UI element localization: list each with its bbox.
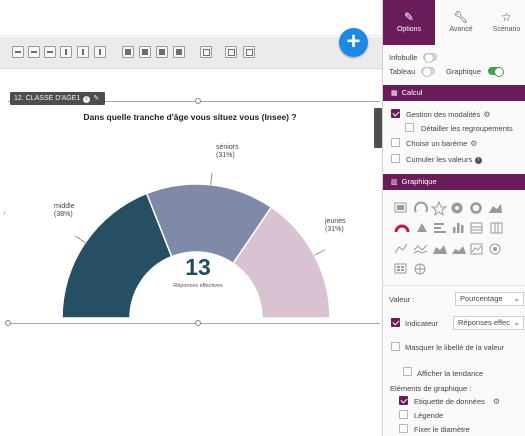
calculator-icon: ▦ xyxy=(391,90,398,97)
section-title: Calcul xyxy=(401,88,423,97)
chart-type-stacked-area-icon[interactable] xyxy=(452,246,466,254)
valeur-select[interactable]: Pourcentage ⌄ xyxy=(455,292,524,306)
tendance-checkbox[interactable] xyxy=(403,367,412,376)
data-label-leader xyxy=(210,172,213,185)
masquer-checkbox[interactable] xyxy=(391,342,400,351)
center-value: 13 xyxy=(185,254,211,280)
chart-type-ring-icon[interactable] xyxy=(470,202,482,214)
valeur-select-value: Pourcentage xyxy=(460,294,503,303)
chart-type-donut-icon[interactable] xyxy=(451,202,463,214)
tab-options[interactable]: ✎ Options xyxy=(383,0,435,45)
data-label-name: jeunes xyxy=(325,218,346,225)
data-label-leader xyxy=(314,249,326,256)
graphique-toggle[interactable] xyxy=(488,67,504,77)
center-label: Réponses effectives xyxy=(173,283,223,289)
chevron-down-icon: ⌄ xyxy=(513,294,520,303)
gestion-label: Gestion des modalités ⚙ xyxy=(406,110,490,119)
cumuler-text: Cumuler les valeurs xyxy=(406,155,473,164)
chart-type-grid xyxy=(394,200,503,275)
data-label-pct: (38%) xyxy=(54,211,73,218)
chart-type-heatmap-icon[interactable] xyxy=(394,263,407,274)
indicateur-label: Indicateur xyxy=(405,319,438,328)
indicateur-select[interactable]: Réponses effec ⌄ xyxy=(453,316,524,330)
gestion-checkbox[interactable] xyxy=(391,109,400,118)
star-icon: ☆ xyxy=(501,10,512,24)
legende-label: Légende xyxy=(414,411,444,420)
data-label-name: séniors xyxy=(216,144,239,151)
panel-tabs: ✎ Options 🔧︎ Avancé ☆ Scénario xyxy=(383,0,525,45)
graphique-section-header[interactable]: ▥ Graphique xyxy=(383,174,525,190)
gear-icon[interactable]: ⚙ xyxy=(493,397,500,406)
indicateur-select-value: Réponses effec xyxy=(458,318,510,327)
chart-type-vbar-icon[interactable] xyxy=(453,223,464,233)
options-panel: ✎ Options 🔧︎ Avancé ☆ Scénario Infobulle… xyxy=(382,0,525,436)
tableau-label: Tableau xyxy=(389,67,416,76)
infobulle-toggle[interactable] xyxy=(423,53,437,63)
chart-type-gauge-icon[interactable] xyxy=(414,201,428,213)
cumuler-label: Cumuler les valeurs i xyxy=(406,155,483,164)
tendance-label: Afficher la tendance xyxy=(417,369,484,378)
divider xyxy=(383,285,525,286)
tab-avance[interactable]: 🔧︎ Avancé xyxy=(435,0,487,45)
info-icon[interactable]: i xyxy=(475,156,483,164)
infobulle-label: Infobulle xyxy=(389,53,418,62)
chart-type-area-multi-icon[interactable] xyxy=(433,245,447,254)
valeur-label: Valeur : xyxy=(389,295,415,304)
chevron-down-icon: ⌄ xyxy=(513,318,520,327)
chart-type-half-gauge-icon[interactable] xyxy=(394,224,410,233)
fixer-checkbox[interactable] xyxy=(399,424,408,433)
tableau-toggle[interactable] xyxy=(421,67,435,77)
chart-type-line-icon[interactable] xyxy=(394,243,408,254)
etiquette-label: Etiquette de données ⚙ xyxy=(414,397,500,406)
chart-type-hstack-icon[interactable] xyxy=(470,222,483,234)
data-label-middle: middle (38%) xyxy=(54,203,75,219)
data-label-jeunes: jeunes (31%) xyxy=(325,218,346,234)
calcul-section-header[interactable]: ▦ Calcul xyxy=(383,85,525,101)
etiquette-checkbox[interactable] xyxy=(399,396,408,405)
graphique-label: Graphique xyxy=(446,67,482,76)
tab-label: Avancé xyxy=(449,26,473,33)
masquer-label: Masquer le libellé de la valeur xyxy=(405,343,505,352)
data-label-name: middle xyxy=(54,203,75,210)
chart-type-vstack-icon[interactable] xyxy=(490,222,503,234)
gestion-text: Gestion des modalités xyxy=(406,110,481,119)
fixer-label: Fixer le diamètre xyxy=(414,425,470,434)
indicateur-checkbox[interactable] xyxy=(391,318,400,327)
elements-label: Eléments de graphique : xyxy=(390,384,472,393)
bar-chart-icon: ▥ xyxy=(391,179,398,186)
legende-checkbox[interactable] xyxy=(399,410,408,419)
tab-label: Options xyxy=(396,26,422,33)
detailler-checkbox[interactable] xyxy=(405,123,414,132)
chart-type-combo-icon[interactable] xyxy=(470,243,483,255)
cumuler-checkbox[interactable] xyxy=(391,154,400,163)
etiquette-text: Etiquette de données xyxy=(414,397,485,406)
chart-type-globe-icon[interactable] xyxy=(414,263,426,275)
chart-type-pyramid-icon[interactable] xyxy=(417,223,427,232)
pencil-icon: ✎ xyxy=(403,10,415,24)
data-label-seniors: séniors (31%) xyxy=(216,144,239,160)
tab-label: Scénario xyxy=(492,26,521,33)
chart-type-hbar-icon[interactable] xyxy=(434,223,446,233)
gear-icon[interactable]: ⚙ xyxy=(483,110,490,119)
chart-type-multiline-icon[interactable] xyxy=(413,244,428,254)
chart-type-radar-icon[interactable] xyxy=(489,243,501,255)
gear-icon[interactable]: ⚙ xyxy=(470,139,477,148)
section-title: Graphique xyxy=(401,177,437,186)
tab-scenario[interactable]: ☆ Scénario xyxy=(487,0,525,45)
bareme-text: Choisir un barème xyxy=(406,139,468,148)
chart-type-star-icon[interactable] xyxy=(430,200,448,217)
chart-type-area-icon[interactable] xyxy=(489,204,502,213)
data-label-pct: (31%) xyxy=(325,226,344,233)
detailler-label: Détailler les regroupements xyxy=(421,124,513,133)
chart-type-table-icon[interactable] xyxy=(394,202,407,213)
bareme-label: Choisir un barème ⚙ xyxy=(406,139,477,148)
data-label-pct: (31%) xyxy=(216,152,235,159)
data-label-leader xyxy=(75,235,86,244)
bareme-checkbox[interactable] xyxy=(391,138,400,147)
wrench-icon: 🔧︎ xyxy=(453,10,469,24)
